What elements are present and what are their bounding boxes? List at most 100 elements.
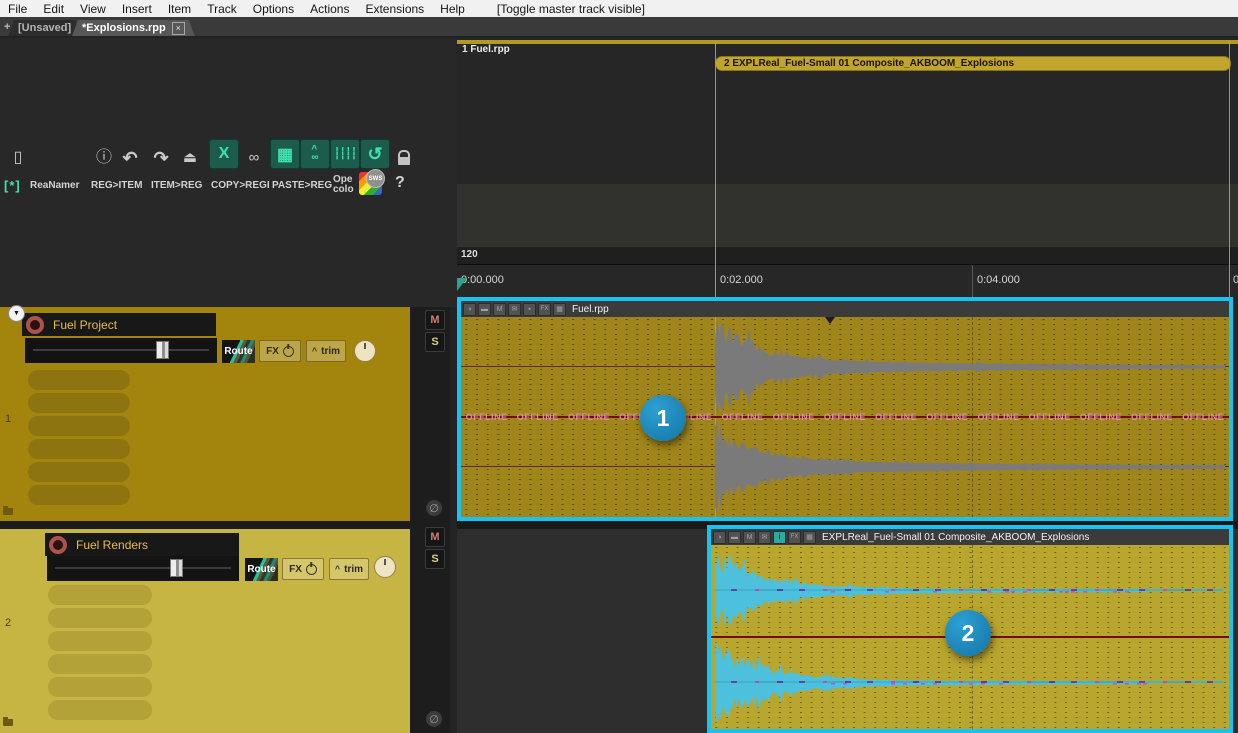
project-info-button[interactable]: ⓘ <box>92 145 116 170</box>
callout-1: 1 <box>640 395 686 441</box>
tab-close-icon[interactable]: × <box>172 22 185 35</box>
track-collapse-button[interactable]: ▼ <box>8 305 25 322</box>
track2-trim-button[interactable]: ^ trim <box>329 558 369 580</box>
ripple-edit-toggle[interactable]: ↺ <box>360 139 390 169</box>
item2-header[interactable]: ◑▬M✉iFX▦EXPLReal_Fuel-Small 01 Composite… <box>711 529 1229 545</box>
undo-button[interactable]: ↶ <box>118 145 142 170</box>
auto-crossfade-toggle[interactable]: X <box>209 139 239 169</box>
menu-track[interactable]: Track <box>199 2 245 16</box>
snap-toggle[interactable]: ┆┆┆┆ <box>330 139 360 169</box>
menu-edit[interactable]: Edit <box>35 2 72 16</box>
project-tab-bar: + [Unsaved] *Explosions.rpp × <box>0 17 1238 38</box>
track2-solo-button[interactable]: S <box>425 549 445 569</box>
tempo-marker[interactable]: 120 <box>461 249 478 260</box>
loop-icon[interactable]: ◑ <box>713 531 726 544</box>
paste-region-button[interactable]: PASTE>REG <box>272 180 332 191</box>
media-item-1[interactable]: ◑▬M✉▪FX▦Fuel.rpp OFFLINE OFFLINE OFFLINE OF… <box>457 297 1233 521</box>
offline-label: OFFLINE <box>1080 412 1122 422</box>
panel-divider[interactable] <box>450 307 457 733</box>
menu-view[interactable]: View <box>72 2 114 16</box>
track1-fx-button[interactable]: FX <box>259 340 301 362</box>
menu-extensions[interactable]: Extensions <box>357 2 432 16</box>
track2-phase-button[interactable]: ∅ <box>426 711 442 727</box>
region2-marker[interactable]: 2 EXPLReal_Fuel-Small 01 Composite_AKBOO… <box>715 56 1231 71</box>
track-gap <box>0 521 410 529</box>
loop-icon[interactable]: ◑ <box>463 303 476 316</box>
track1-pan-knob[interactable] <box>354 340 376 362</box>
offline-label: OFFLINE <box>1131 412 1173 422</box>
redo-button[interactable]: ↷ <box>149 145 173 170</box>
region-to-item-button[interactable]: REG>ITEM <box>91 180 142 191</box>
track1-record-arm-button[interactable] <box>26 316 44 334</box>
item-link-button[interactable]: ∞ <box>242 145 266 170</box>
properties-icon[interactable]: ▦ <box>803 531 816 544</box>
menu-help[interactable]: Help <box>432 2 473 16</box>
track1-solo-button[interactable]: S <box>425 332 445 352</box>
track2-fx-button[interactable]: FX <box>282 558 324 580</box>
track1-volume-handle[interactable] <box>156 341 169 359</box>
info-icon[interactable]: ▪ <box>523 303 536 316</box>
track1-volume-slider[interactable] <box>25 338 217 363</box>
time-6: 0:06.000 <box>1233 274 1238 286</box>
menu-actions[interactable]: Actions <box>302 2 357 16</box>
track1-mute-button[interactable]: M <box>425 310 445 330</box>
info-icon[interactable]: i <box>773 531 786 544</box>
track2-volume-handle[interactable] <box>170 559 183 577</box>
new-project-tab-button[interactable]: + <box>4 21 10 33</box>
track1-trim-button[interactable]: ^ trim <box>306 340 346 362</box>
track2-route-button[interactable]: Route <box>245 558 278 581</box>
mute-icon[interactable]: M <box>493 303 506 316</box>
item1-header[interactable]: ◑▬M✉▪FX▦Fuel.rpp <box>461 301 1229 317</box>
arrange-view[interactable]: 1 Fuel.rpp 2 EXPLReal_Fuel-Small 01 Comp… <box>457 38 1238 733</box>
menu-toggle-master-track[interactable]: [Toggle master track visible] <box>489 2 653 16</box>
track2-pan-knob[interactable] <box>374 556 396 578</box>
fx-power-icon[interactable] <box>306 564 317 575</box>
track1-route-button[interactable]: Route <box>222 340 255 363</box>
grid-toggle[interactable]: ▦ <box>270 139 300 169</box>
track2-record-arm-button[interactable] <box>49 536 67 554</box>
fx-icon[interactable]: FX <box>538 303 551 316</box>
mute-icon[interactable]: M <box>743 531 756 544</box>
track1-name[interactable]: Fuel Project <box>53 318 117 332</box>
region1-label[interactable]: 1 Fuel.rpp <box>462 44 510 55</box>
menu-options[interactable]: Options <box>245 2 302 16</box>
offline-label: OFFLINE <box>568 412 610 422</box>
lock-icon[interactable]: ▬ <box>728 531 741 544</box>
help-button[interactable]: ? <box>395 174 405 192</box>
stretch-marker[interactable] <box>825 317 835 324</box>
sws-extension-icon[interactable]: SWS <box>359 172 382 195</box>
fx-power-icon[interactable] <box>283 346 294 357</box>
tempo-lane[interactable]: 120 <box>457 247 1238 264</box>
metronome-button[interactable]: ⏏ <box>178 145 202 170</box>
track2-folder-icon[interactable] <box>3 719 13 726</box>
reanamer-button[interactable]: ReaNamer <box>30 180 79 191</box>
timeline-ruler[interactable]: 0:00.000 0:02.000 0:04.000 0:06.000 <box>457 264 1238 297</box>
track2-volume-slider[interactable] <box>47 556 239 581</box>
menu-item[interactable]: Item <box>160 2 199 16</box>
fx-icon[interactable]: FX <box>788 531 801 544</box>
properties-icon[interactable]: ▦ <box>553 303 566 316</box>
menu-insert[interactable]: Insert <box>114 2 160 16</box>
tab-explosions[interactable]: *Explosions.rpp × <box>72 20 195 36</box>
lock-icon[interactable]: ▬ <box>478 303 491 316</box>
track1-phase-button[interactable]: ∅ <box>426 500 442 516</box>
item1-waveform-area[interactable]: OFFLINEOFFLINEOFFLINEOFFLINEOFFLINEOFFLI… <box>461 317 1229 517</box>
track1-folder-icon[interactable] <box>3 508 13 515</box>
menu-file[interactable]: File <box>0 2 35 16</box>
copy-region-button[interactable]: COPY>REGI <box>211 180 270 191</box>
edit-cursor-marker[interactable] <box>457 278 467 291</box>
open-color-button-line2[interactable]: colo <box>333 184 354 195</box>
offline-label: OFFLINE <box>977 412 1019 422</box>
item-to-region-button[interactable]: ITEM>REG <box>151 180 202 191</box>
lock-toggle[interactable] <box>392 145 416 170</box>
action-star-button[interactable]: [*] <box>4 178 21 193</box>
envelope-link-toggle[interactable]: ^ ∞ <box>300 139 330 169</box>
fx-label: FX <box>266 346 279 357</box>
track1-name-bar[interactable] <box>22 313 216 336</box>
notes-icon[interactable]: ✉ <box>758 531 771 544</box>
track2-mute-button[interactable]: M <box>425 527 445 547</box>
new-project-button[interactable]: ▯ <box>6 145 30 170</box>
track2-name[interactable]: Fuel Renders <box>76 538 148 552</box>
notes-icon[interactable]: ✉ <box>508 303 521 316</box>
tab-unsaved[interactable]: [Unsaved] <box>8 20 81 36</box>
